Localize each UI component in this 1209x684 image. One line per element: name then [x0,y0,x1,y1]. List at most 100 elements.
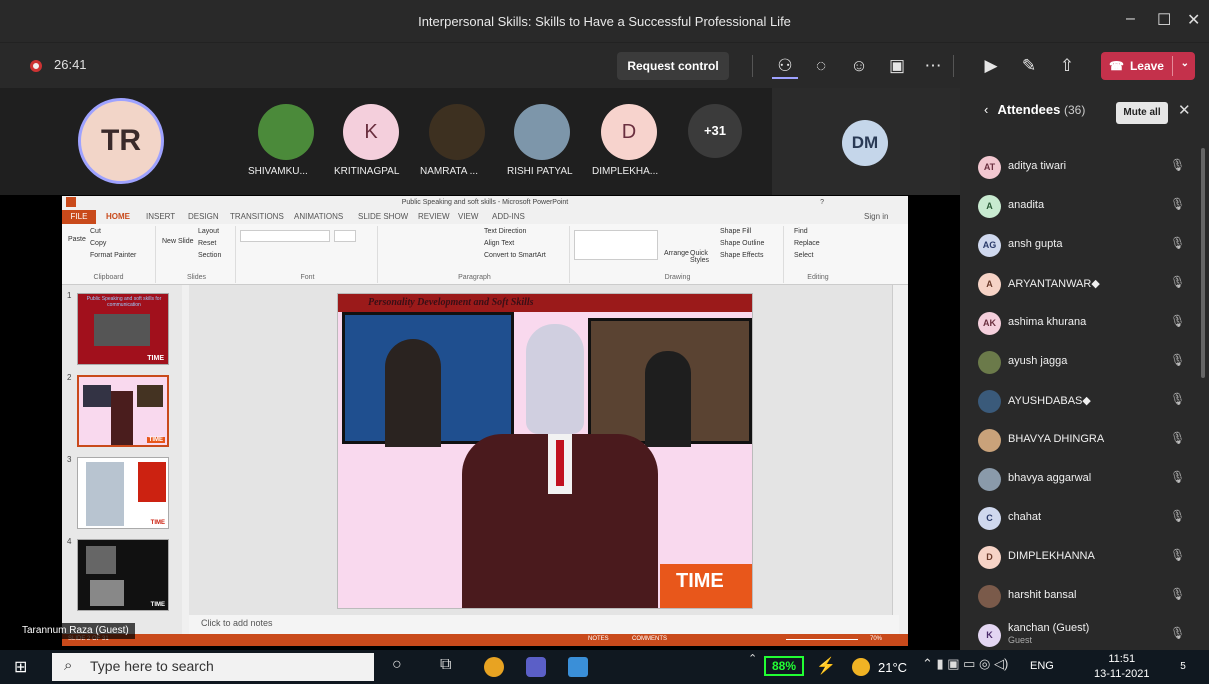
presenter-avatar[interactable]: TR [78,98,164,184]
current-slide[interactable]: Personality Development and Soft Skills … [337,293,753,609]
font-name-select[interactable] [240,230,330,242]
align-text-button[interactable]: Align Text [484,240,514,247]
cut-button[interactable]: Cut [90,228,101,235]
comments-button[interactable]: COMMENTS [632,636,667,642]
list-item[interactable]: Cchahat 🎙 [960,499,1209,538]
format-painter-button[interactable]: Format Painter [90,252,136,259]
notes-button[interactable]: NOTES [588,636,609,642]
list-item[interactable]: BHAVYA DHINGRA 🎙 [960,421,1209,460]
participant-name: DIMPLEKHA... [592,166,659,177]
attendee-name: aditya tiwari [1008,160,1067,172]
tab-file[interactable]: FILE [62,210,96,224]
layout-button[interactable]: Layout [198,228,219,235]
tab-transitions[interactable]: TRANSITIONS [230,212,284,221]
chevron-down-icon[interactable]: ⌄ [1181,58,1189,69]
paragraph-label: Paragraph [458,274,491,281]
taskbar-clock[interactable]: 11:51 13-11-2021 [1094,652,1149,682]
share-screen-icon[interactable]: ⇧ [1054,53,1080,79]
participant-tile[interactable]: D DIMPLEKHA... [588,88,678,195]
app-icon[interactable] [568,657,588,677]
quick-styles-button[interactable]: Quick Styles [690,250,712,264]
leave-button[interactable]: ☎ Leave ⌄ [1101,52,1195,80]
maximize-button[interactable]: ☐ [1157,10,1171,30]
list-item[interactable]: D DIMPLEKHANNA 🎙 [960,538,1209,577]
windows-start-icon[interactable]: ⊞ [14,657,27,677]
participant-tile[interactable]: SHIVAMKU... [240,88,330,195]
section-button[interactable]: Section [198,252,221,259]
font-size-select[interactable] [334,230,356,242]
mute-all-button[interactable]: Mute all [1116,102,1168,124]
people-icon[interactable]: ⚇ [772,53,798,79]
chrome-icon[interactable] [484,657,504,677]
taskbar-search-input[interactable]: ⌕ Type here to search [52,653,374,681]
list-item[interactable]: Aanadita 🎙 [960,187,1209,226]
list-item[interactable]: AG ansh gupta 🎙 [960,226,1209,265]
list-item[interactable]: AYUSHDABAS◆ 🎙 [960,382,1209,421]
cortana-icon[interactable]: ○ [392,656,402,674]
tab-add-ins[interactable]: ADD-INS [492,212,525,221]
shape-fill-button[interactable]: Shape Fill [720,228,751,235]
participant-tile[interactable]: NAMRATA ... [416,88,506,195]
request-control-button[interactable]: Request control [617,52,729,80]
select-button[interactable]: Select [794,252,813,259]
shape-outline-button[interactable]: Shape Outline [720,240,764,247]
task-view-icon[interactable]: ⧉ [440,656,451,674]
back-chevron-icon[interactable]: ‹ [984,102,988,117]
attendee-list: AT aditya tiwari 🎙 Aanadita 🎙 AG ansh gupta 🎙… [960,148,1200,650]
minimize-button[interactable]: – [1126,10,1135,28]
list-item[interactable]: AK ashima khurana 🎙 [960,304,1209,343]
replace-button[interactable]: Replace [794,240,820,247]
battery-indicator[interactable]: 88% [764,656,804,676]
list-item[interactable]: AT aditya tiwari 🎙 [960,148,1209,187]
list-item[interactable]: harshit bansal 🎙 [960,577,1209,616]
tab-slide-show[interactable]: SLIDE SHOW [358,212,408,221]
weather-icon[interactable] [852,658,870,676]
tab-design[interactable]: DESIGN [188,212,219,221]
overflow-participants-button[interactable]: +31 [688,104,742,158]
slide-thumbnail[interactable]: TIME [77,539,169,611]
slide-thumbnail[interactable]: Public Speaking and soft skills for comm… [77,293,169,365]
notifications-icon[interactable]: 5 [1172,656,1194,678]
paste-button[interactable]: Paste [68,236,86,243]
slide-scrollbar[interactable] [892,285,899,615]
chat-icon[interactable]: ◌ [808,53,834,79]
close-panel-icon[interactable]: ✕ [1178,101,1191,119]
tab-animations[interactable]: ANIMATIONS [294,212,343,221]
language-indicator[interactable]: ENG [1030,660,1054,672]
zoom-slider[interactable] [786,639,858,640]
list-item[interactable]: A ARYANTANWAR◆ 🎙 [960,265,1209,304]
teams-icon[interactable] [526,657,546,677]
paragraph-group: Text Direction Align Text Convert to Sma… [380,226,570,283]
rooms-icon[interactable]: ▣ [884,53,910,79]
shape-effects-button[interactable]: Shape Effects [720,252,763,259]
sign-in-link[interactable]: Sign in [864,212,888,221]
tab-review[interactable]: REVIEW [418,212,450,221]
shapes-gallery[interactable] [574,230,658,260]
slide-thumbnail-selected[interactable]: TIME [77,375,169,447]
list-item[interactable]: bhavya aggarwal 🎙 [960,460,1209,499]
copy-button[interactable]: Copy [90,240,106,247]
text-direction-button[interactable]: Text Direction [484,228,526,235]
help-icon[interactable]: ? [820,196,824,209]
new-slide-button[interactable]: New Slide [162,238,194,245]
list-item[interactable]: ayush jagga 🎙 [960,343,1209,382]
notes-pane[interactable]: Click to add notes [189,615,899,634]
close-button[interactable]: ✕ [1187,10,1200,30]
clock-time: 11:51 [1108,653,1136,665]
chevron-up-icon[interactable]: ⌃ [748,652,757,665]
tab-home[interactable]: HOME [106,212,130,221]
mic-off-icon[interactable]: ✎ [1016,53,1042,79]
tab-view[interactable]: VIEW [458,212,478,221]
participant-tile[interactable]: K KRITINAGPAL [330,88,420,195]
tab-insert[interactable]: INSERT [146,212,175,221]
participant-tile[interactable]: RISHI PATYAL [500,88,590,195]
find-button[interactable]: Find [794,228,808,235]
more-options-icon[interactable]: ⋯ [920,53,946,79]
arrange-button[interactable]: Arrange [664,250,689,257]
convert-smartart-button[interactable]: Convert to SmartArt [484,252,546,259]
reactions-icon[interactable]: ☺ [846,53,872,79]
camera-off-icon[interactable]: ▶ [978,53,1004,79]
reset-button[interactable]: Reset [198,240,216,247]
system-tray-icons[interactable]: ⌃ ▮ ▣ ▭ ◎ ◁) [922,656,1008,672]
slide-thumbnail[interactable]: TIME [77,457,169,529]
